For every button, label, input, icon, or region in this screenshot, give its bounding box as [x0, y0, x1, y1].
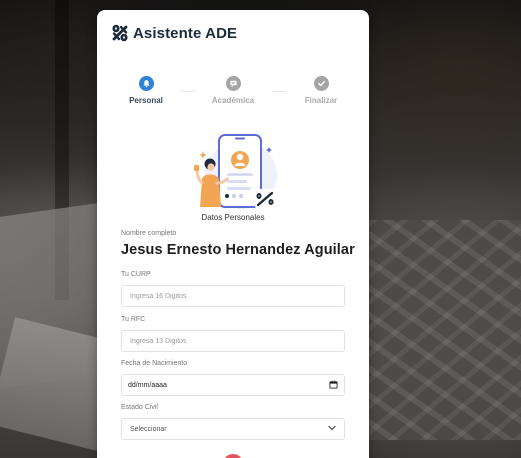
birthdate-value: dd/mm/aaaa	[128, 381, 167, 389]
curp-input[interactable]	[121, 285, 345, 307]
percent-knot-logo-icon	[111, 24, 129, 42]
step-personal[interactable]: Personal	[106, 76, 186, 105]
fullname-value: Jesus Ernesto Hernandez Aguilar	[121, 242, 355, 258]
step-label: Personal	[129, 96, 163, 105]
brand-header: Asistente ADE	[111, 23, 237, 43]
step-label: Académica	[211, 96, 255, 105]
person-with-phone-illustration	[183, 127, 283, 219]
section-title: Datos Personales	[201, 213, 265, 222]
rfc-label: Tu RFC	[121, 316, 146, 323]
rfc-input[interactable]	[121, 330, 345, 352]
calendar-icon[interactable]	[329, 380, 338, 391]
app-title: Asistente ADE	[133, 24, 238, 42]
bell-icon	[138, 76, 154, 91]
step-academica[interactable]: Académica	[193, 76, 273, 105]
civil-status-selected: Seleccionar	[130, 425, 167, 433]
check-icon	[313, 76, 329, 91]
next-step-button[interactable]	[223, 454, 243, 458]
step-finalizar[interactable]: Finalizar	[281, 76, 361, 105]
chevron-down-icon	[328, 425, 336, 433]
civil-status-select[interactable]: Seleccionar	[121, 418, 345, 440]
curp-label: Tu CURP	[121, 271, 151, 278]
civil-status-label: Estado Civil	[121, 404, 158, 411]
background-cloth	[351, 220, 521, 440]
wizard-card: Asistente ADE Personal Académica Finaliz…	[97, 10, 369, 458]
birthdate-field[interactable]: dd/mm/aaaa	[121, 374, 345, 396]
step-label: Finalizar	[304, 96, 338, 105]
chat-icon	[225, 76, 241, 91]
fullname-label: Nombre completo	[121, 230, 177, 237]
birthdate-label: Fecha de Nacimiento	[121, 360, 188, 367]
